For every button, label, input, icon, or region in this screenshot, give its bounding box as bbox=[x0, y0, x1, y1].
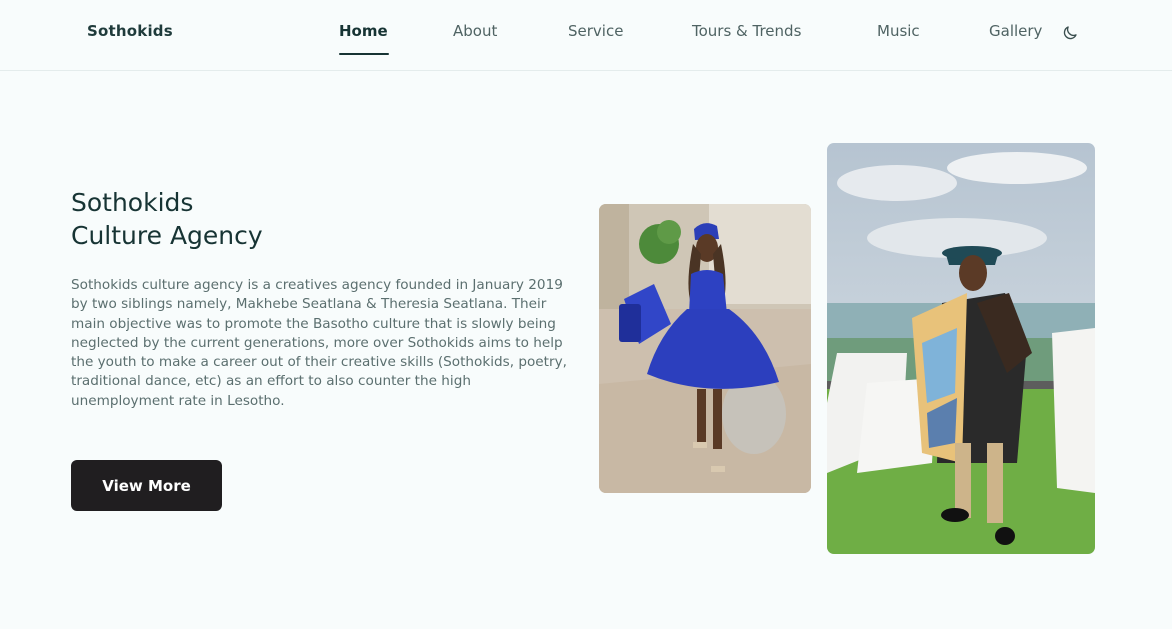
nav-music[interactable]: Music bbox=[877, 22, 920, 40]
view-more-button[interactable]: View More bbox=[71, 460, 222, 511]
nav-service[interactable]: Service bbox=[568, 22, 623, 40]
hero-description: Sothokids culture agency is a creatives … bbox=[71, 277, 567, 409]
moon-icon[interactable] bbox=[1061, 24, 1079, 42]
nav-tours-trends[interactable]: Tours & Trends bbox=[692, 22, 801, 40]
nav-gallery[interactable]: Gallery bbox=[989, 22, 1042, 40]
site-header: Sothokids Home About Service Tours & Tre… bbox=[0, 0, 1172, 71]
nav-home[interactable]: Home bbox=[339, 22, 388, 40]
hero-title-line-1: Sothokids bbox=[71, 188, 194, 217]
nav-about[interactable]: About bbox=[453, 22, 497, 40]
hero-photo-woman-blue-dress bbox=[599, 204, 811, 493]
hero-photo-man-basotho-blanket bbox=[827, 143, 1095, 554]
hero-title: Sothokids Culture Agency bbox=[71, 186, 263, 252]
active-nav-indicator bbox=[339, 53, 389, 55]
hero-title-line-2: Culture Agency bbox=[71, 221, 263, 250]
brand-logo[interactable]: Sothokids bbox=[87, 22, 173, 40]
